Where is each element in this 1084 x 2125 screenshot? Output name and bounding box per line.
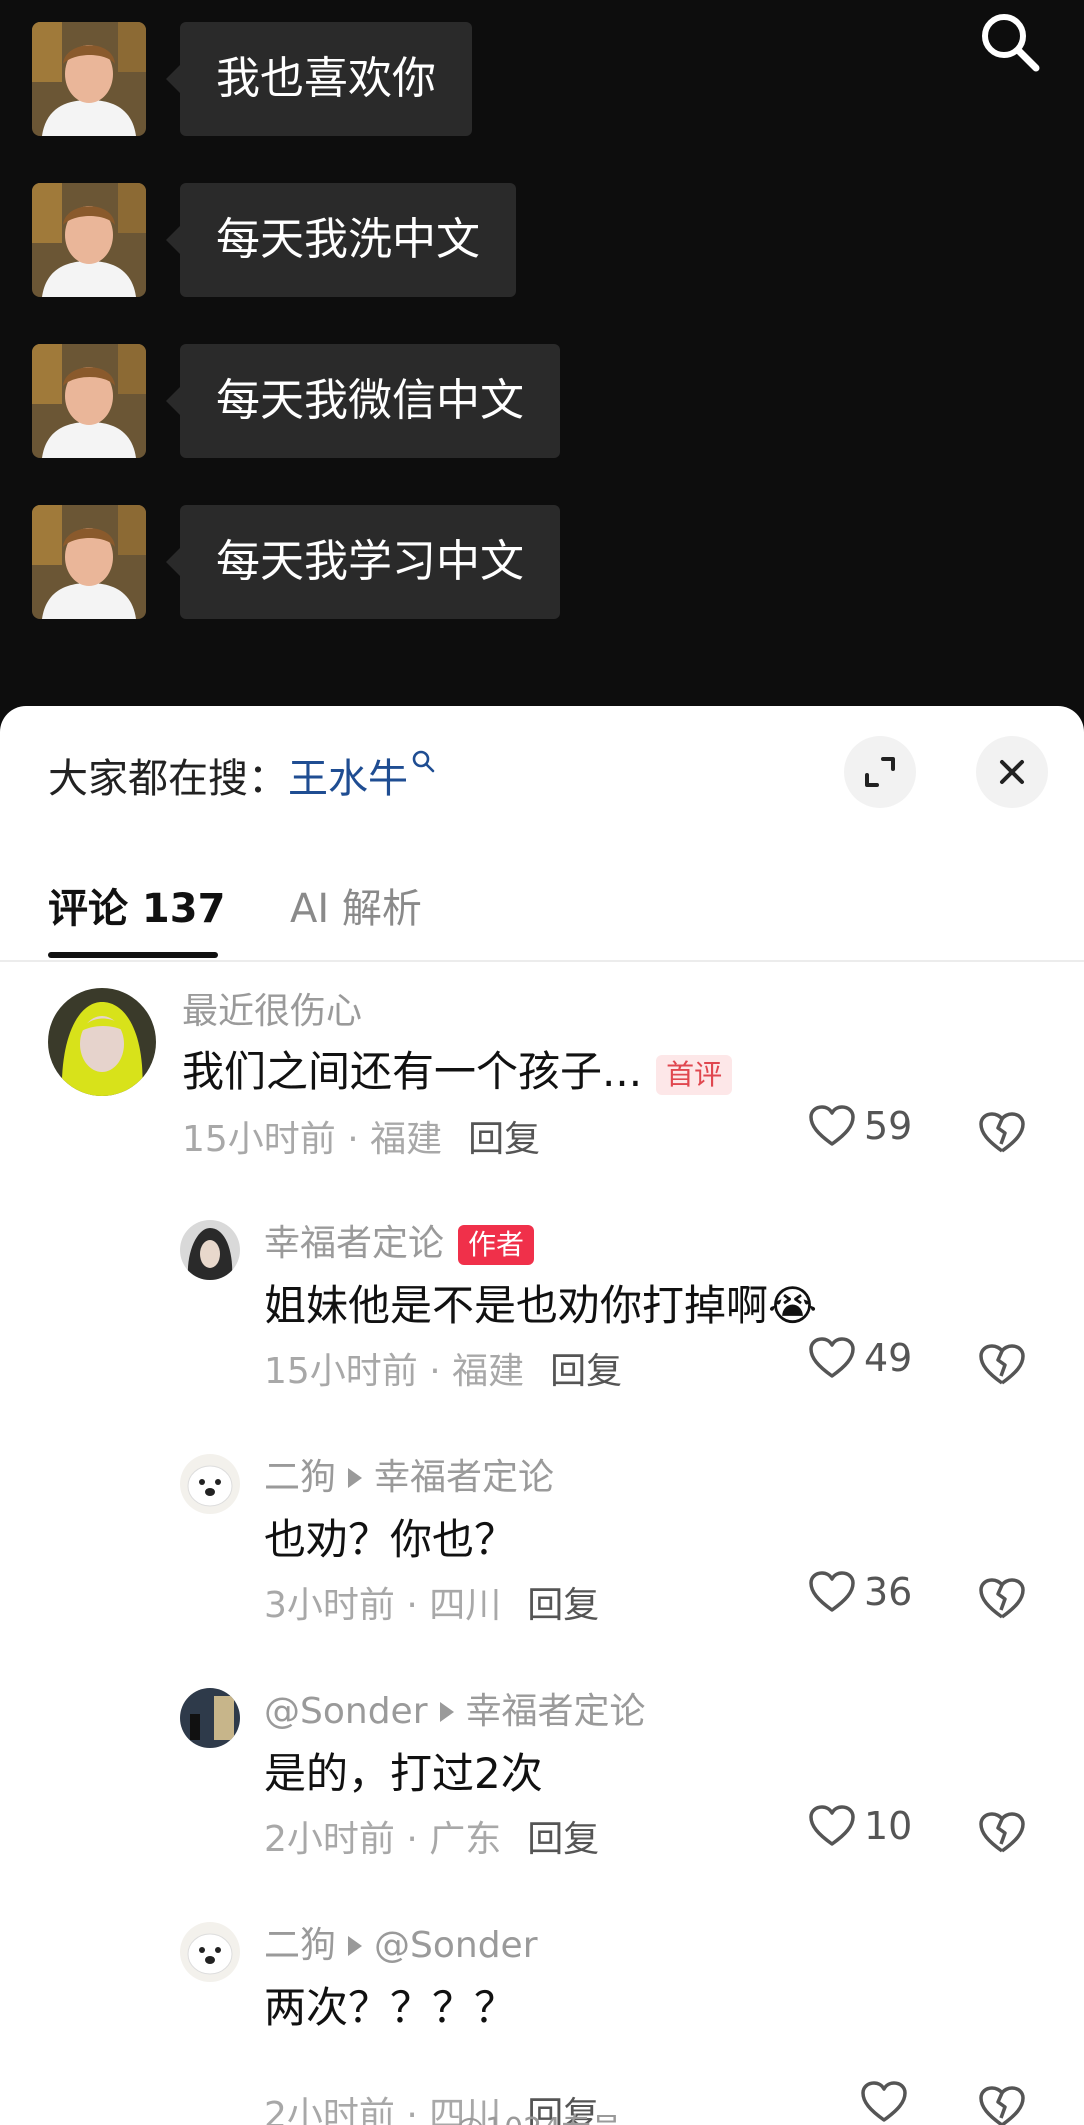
comment-username: 幸福者定论 作者 — [264, 1214, 535, 1266]
comment-time: 15小时前 — [182, 1119, 336, 1160]
heart-icon — [809, 1337, 855, 1378]
dislike-icon[interactable] — [978, 1108, 1026, 1156]
video-chat-area: 我也喜欢你 每天我洗中文 每天我微信中文 每天我学习中文 — [0, 0, 1084, 720]
search-icon[interactable] — [978, 10, 1042, 74]
like-button[interactable]: 59 — [808, 1104, 912, 1148]
comment-username: 二狗 幸福者定论 — [264, 1448, 554, 1500]
comment-location: 四川 — [429, 1585, 502, 1626]
comment-meta: 2小时前 · 广东 回复 — [264, 1819, 600, 1860]
dislike-icon[interactable] — [978, 1808, 1026, 1856]
close-icon — [1000, 760, 1024, 784]
comment-text: 也劝？你也？ — [264, 1515, 517, 1564]
dislike-icon[interactable] — [978, 2082, 1026, 2125]
dislike-icon[interactable] — [978, 1574, 1026, 1622]
hot-search-label: 大家都在搜： — [48, 756, 288, 802]
comment-username[interactable]: 最近很伤心 — [182, 982, 362, 1034]
heart-icon — [809, 1105, 855, 1146]
avatar[interactable] — [180, 1220, 240, 1280]
comment-item: 幸福者定论 作者 姐妹他是不是也劝你打掉啊😭 15小时前 · 福建 回复 49 — [0, 1214, 1084, 1444]
expand-button[interactable] — [844, 736, 916, 808]
tab-ai-analysis[interactable]: AI 解析 — [290, 876, 422, 934]
like-count: 49 — [864, 1336, 913, 1380]
chat-bubble: 我也喜欢你 — [166, 22, 472, 136]
tab-comments[interactable]: 评论 137 — [48, 876, 225, 934]
comment-sheet: 大家都在搜：王水牛 评论 137 AI 解析 最近很伤心 我们之间还有一个孩子.… — [0, 706, 1084, 2125]
avatar — [32, 183, 146, 297]
comment-location: 福建 — [370, 1119, 443, 1160]
heart-icon — [809, 1805, 855, 1846]
comment-username: 二狗 @Sonder — [264, 1916, 538, 1968]
author-badge: 作者 — [458, 1225, 535, 1265]
comment-time: 15小时前 — [264, 1351, 418, 1392]
hot-search[interactable]: 大家都在搜：王水牛 — [48, 746, 436, 804]
close-button[interactable] — [976, 736, 1048, 808]
comment-text: 姐妹他是不是也劝你打掉啊😭 — [264, 1281, 818, 1330]
reply-button[interactable]: 回复 — [527, 1585, 599, 1626]
reply-to-user[interactable]: @Sonder — [374, 1925, 538, 1966]
search-small-icon — [412, 750, 435, 773]
reply-to-user[interactable]: 幸福者定论 — [374, 1457, 554, 1498]
reply-button[interactable]: 回复 — [468, 1119, 540, 1160]
reply-button[interactable]: 回复 — [527, 1819, 599, 1860]
chat-bubble: 每天我微信中文 — [166, 344, 560, 458]
like-count: 36 — [864, 1570, 913, 1614]
avatar[interactable] — [48, 988, 156, 1096]
like-count: 59 — [864, 1104, 913, 1148]
comment-text: 我们之间还有一个孩子... 首评 — [182, 1038, 733, 1099]
chat-bubble: 每天我学习中文 — [166, 505, 560, 619]
tab-bar: 评论 137 AI 解析 — [0, 856, 1084, 962]
reply-button[interactable]: 回复 — [550, 1351, 622, 1392]
tab-indicator — [48, 952, 218, 958]
avatar[interactable] — [180, 1688, 240, 1748]
comment-meta: 15小时前 · 福建 回复 — [182, 1119, 541, 1160]
comment-item: @Sonder 幸福者定论 是的，打过2次 2小时前 · 广东 回复 10 — [0, 1682, 1084, 1912]
avatar — [32, 344, 146, 458]
avatar[interactable] — [180, 1922, 240, 1982]
avatar[interactable] — [180, 1454, 240, 1514]
avatar — [32, 505, 146, 619]
comment-user[interactable]: 二狗 — [264, 1925, 336, 1966]
heart-icon — [809, 1571, 855, 1612]
chat-message: 每天我微信中文 — [32, 344, 592, 458]
comment-meta: 15小时前 · 福建 回复 — [264, 1351, 623, 1392]
comment-user[interactable]: 二狗 — [264, 1457, 336, 1498]
heart-icon — [861, 2081, 907, 2122]
comment-location: 广东 — [429, 1819, 502, 1860]
comment-meta: 3小时前 · 四川 回复 — [264, 1585, 600, 1626]
like-count: 10 — [864, 1804, 913, 1848]
comment-time: 2小时前 — [264, 2095, 395, 2125]
comment-item: 二狗 幸福者定论 也劝？你也？ 3小时前 · 四川 回复 36 — [0, 1448, 1084, 1678]
comment-text: 是的，打过2次 — [264, 1749, 543, 1798]
comment-time: 2小时前 — [264, 1819, 395, 1860]
hot-search-keyword[interactable]: 王水牛 — [288, 756, 408, 802]
comment-item: 最近很伤心 我们之间还有一个孩子... 首评 15小时前 · 福建 回复 59 — [0, 982, 1084, 1212]
reply-arrow-icon — [348, 1935, 363, 1956]
comment-location: 福建 — [452, 1351, 525, 1392]
first-comment-badge: 首评 — [656, 1054, 733, 1095]
comment-body: 我们之间还有一个孩子... — [182, 1047, 643, 1096]
comment-text: 两次？？？？ — [264, 1983, 517, 2032]
like-button[interactable] — [860, 2080, 916, 2124]
watermark: @1024专员 — [455, 2104, 621, 2125]
like-button[interactable]: 10 — [808, 1804, 912, 1848]
chat-message: 我也喜欢你 — [32, 22, 592, 136]
comment-user[interactable]: @Sonder — [264, 1691, 428, 1732]
reply-arrow-icon — [439, 1701, 454, 1722]
like-button[interactable]: 49 — [808, 1336, 912, 1380]
chat-message: 每天我学习中文 — [32, 505, 592, 619]
dislike-icon[interactable] — [978, 1340, 1026, 1388]
avatar — [32, 22, 146, 136]
comment-username: @Sonder 幸福者定论 — [264, 1682, 646, 1734]
reply-arrow-icon — [348, 1467, 363, 1488]
comment-time: 3小时前 — [264, 1585, 395, 1626]
comment-user[interactable]: 幸福者定论 — [264, 1223, 444, 1264]
expand-icon — [865, 757, 895, 787]
like-button[interactable]: 36 — [808, 1570, 912, 1614]
comment-item: 二狗 @Sonder 两次？？？？ 2小时前 · 四川 回复 — [0, 1916, 1084, 2125]
chat-message: 每天我洗中文 — [32, 183, 592, 297]
reply-to-user[interactable]: 幸福者定论 — [466, 1691, 646, 1732]
chat-bubble: 每天我洗中文 — [166, 183, 516, 297]
